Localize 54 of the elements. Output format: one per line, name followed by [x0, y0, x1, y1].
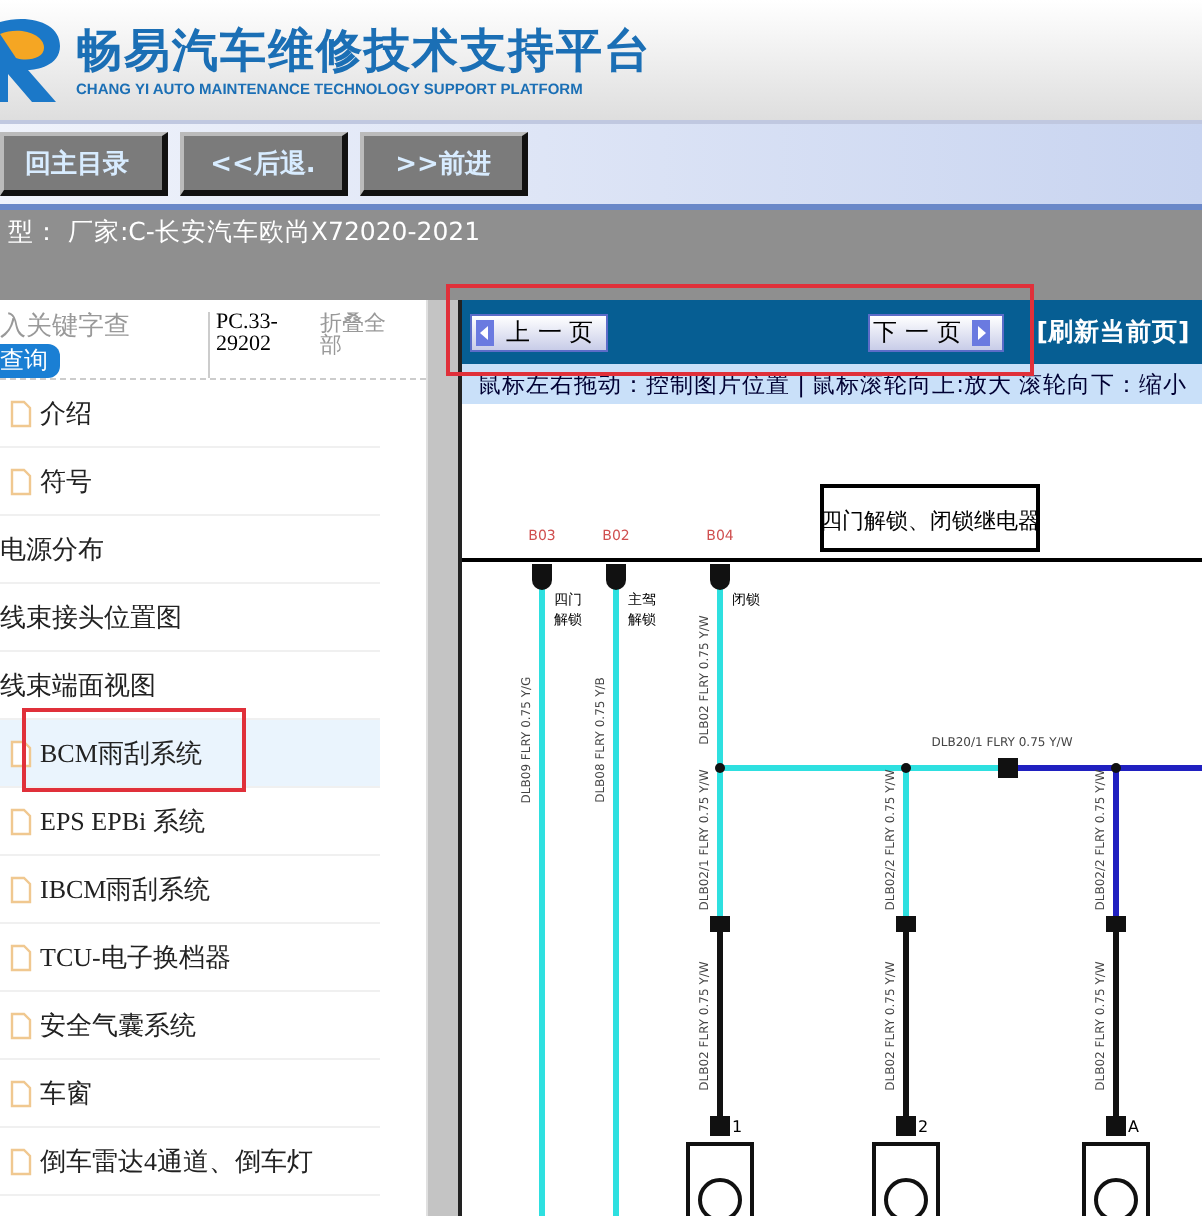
tree-item[interactable]: 符号	[0, 448, 380, 516]
tree-item[interactable]: 线束接头位置图	[0, 584, 380, 652]
site-title: 畅易汽车维修技术支持平台	[76, 23, 652, 79]
document-icon	[10, 875, 32, 903]
tree-item[interactable]: 介绍	[0, 380, 380, 448]
right-arrow-icon	[972, 319, 991, 345]
tree-item-label: BCM雨刮系统	[40, 735, 202, 771]
tree-item-label: 车窗	[40, 1075, 92, 1111]
tree-item-label: IBCM雨刮系统	[40, 871, 211, 907]
document-icon	[10, 1011, 32, 1039]
tree-item-label: 安全气囊系统	[40, 1007, 196, 1043]
tree-item[interactable]: BCM雨刮系统	[0, 720, 380, 788]
junction-dot	[715, 763, 725, 773]
junction-dot	[901, 763, 911, 773]
tree-item-label: 电源分布	[0, 533, 104, 567]
model-text: 型： 厂家:C-长安汽车欧尚X72020-2021	[8, 216, 481, 246]
tree-item[interactable]: 电源分布	[0, 516, 380, 584]
tree-item-label: 介绍	[40, 395, 92, 431]
document-icon	[10, 943, 32, 971]
inline-connector-icon	[998, 758, 1018, 778]
document-icon	[10, 467, 32, 495]
left-arrow-icon	[476, 319, 494, 345]
tree-item-label: 倒车雷达4通道、倒车灯	[40, 1143, 313, 1179]
junction-dot	[1111, 763, 1121, 773]
tree-item-label: 线束端面视图	[0, 669, 156, 703]
refresh-link[interactable]: [刷新当前页]	[1036, 315, 1190, 349]
tree-item-label: TCU-电子换档器	[40, 939, 231, 975]
document-icon	[10, 399, 32, 427]
motor-pin-label: 2	[918, 1118, 929, 1136]
connector-icon	[532, 564, 552, 590]
document-icon	[10, 1079, 32, 1107]
next-page-button[interactable]: 下 一 页	[867, 313, 1005, 351]
previous-page-button[interactable]: 上 一 页	[470, 313, 608, 351]
document-icon	[10, 1147, 32, 1175]
tree-item[interactable]: EPS EPBi 系统	[0, 788, 380, 856]
nav-button[interactable]: 回主目录	[0, 132, 168, 196]
nav-button[interactable]: <<后退.	[180, 132, 348, 196]
tree-item[interactable]: 倒车雷达4通道、倒车灯	[0, 1128, 380, 1196]
tree-item[interactable]: TCU-电子换档器	[0, 924, 380, 992]
tree-item-label: 线束接头位置图	[0, 601, 182, 635]
tree-item[interactable]: 安全气囊系统	[0, 992, 380, 1060]
tree-item[interactable]: IBCM雨刮系统	[0, 856, 380, 924]
nav-button[interactable]: >>前进	[360, 132, 528, 196]
motor-pin-label: A	[1128, 1118, 1139, 1136]
connector-icon	[606, 564, 626, 590]
tree-item-label: EPS EPBi 系统	[40, 803, 205, 839]
search-button[interactable]: 查询	[0, 344, 60, 378]
document-code: PC.33-29202	[208, 312, 320, 378]
scrollbar[interactable]	[426, 300, 458, 1216]
tree-item[interactable]: 车窗	[0, 1060, 380, 1128]
tree-item-label: 符号	[40, 463, 92, 499]
connector-icon	[710, 564, 730, 590]
document-icon	[10, 807, 32, 835]
motor-pin-label: 1	[732, 1118, 743, 1136]
